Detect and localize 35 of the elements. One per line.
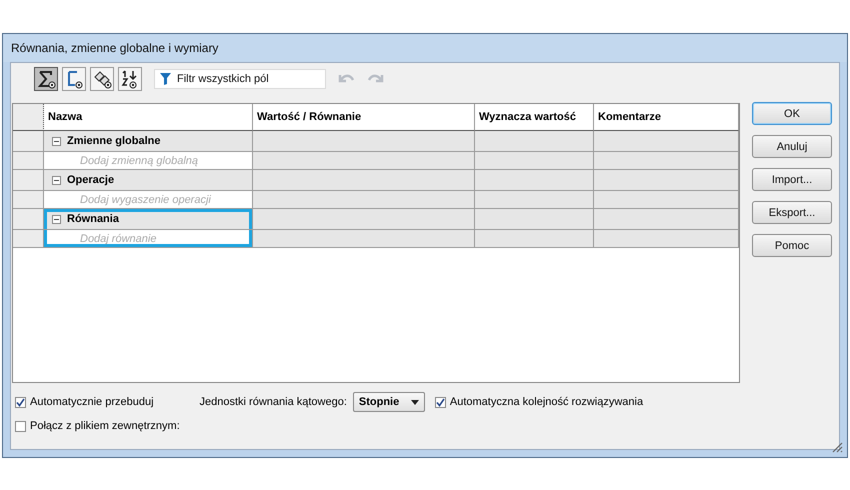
column-header: Nazwa — [44, 104, 253, 131]
resize-grip-icon[interactable] — [831, 441, 843, 453]
checkbox-label[interactable]: Automatyczna kolejność rozwiązywania — [450, 396, 644, 408]
dropdown-arrow-icon — [410, 400, 419, 404]
bracket-button[interactable] — [62, 67, 86, 91]
group-header[interactable]: Operacje — [44, 170, 253, 191]
dialog-button[interactable]: Pomoc — [752, 234, 832, 257]
group-title: Zmienne globalne — [67, 135, 161, 147]
dialog-button[interactable]: Import... — [752, 168, 832, 191]
checkbox-box[interactable] — [15, 396, 26, 408]
window-title: Równania, zmienne globalne i wymiary — [11, 41, 218, 55]
sigma-button[interactable] — [34, 67, 58, 91]
group-header[interactable]: Równania — [44, 209, 253, 230]
checkbox-label[interactable]: Połącz z plikiem zewnętrznym: — [30, 420, 180, 432]
column-header: Wyznacza wartość — [475, 104, 594, 131]
checkbox-box[interactable] — [15, 420, 26, 432]
angle-units-label: Jednostki równania kątowego: — [200, 396, 347, 408]
checkbox-box[interactable] — [434, 396, 446, 408]
collapse-icon[interactable] — [52, 214, 61, 224]
tag-button[interactable] — [90, 67, 114, 91]
filter-field[interactable]: Filtr wszystkich pól — [154, 69, 326, 89]
dialog-button[interactable]: OK — [752, 102, 832, 125]
column-header: Komentarze — [594, 104, 739, 131]
collapse-icon[interactable] — [52, 136, 61, 146]
corner-cell — [13, 104, 44, 131]
checkbox-label[interactable]: Automatycznie przebuduj — [30, 396, 154, 408]
group-title: Równania — [67, 213, 119, 225]
dialog-button[interactable]: Anuluj — [752, 135, 832, 158]
dialog-button[interactable]: Eksport... — [752, 201, 832, 224]
group-title: Operacje — [67, 174, 114, 186]
collapse-icon[interactable] — [52, 176, 61, 184]
sort-order-button[interactable] — [118, 67, 142, 91]
angle-units-dropdown[interactable]: Stopnie — [352, 392, 425, 412]
group-header[interactable]: Zmienne globalne — [44, 131, 253, 152]
column-header: Wartość / Równanie — [253, 104, 475, 131]
